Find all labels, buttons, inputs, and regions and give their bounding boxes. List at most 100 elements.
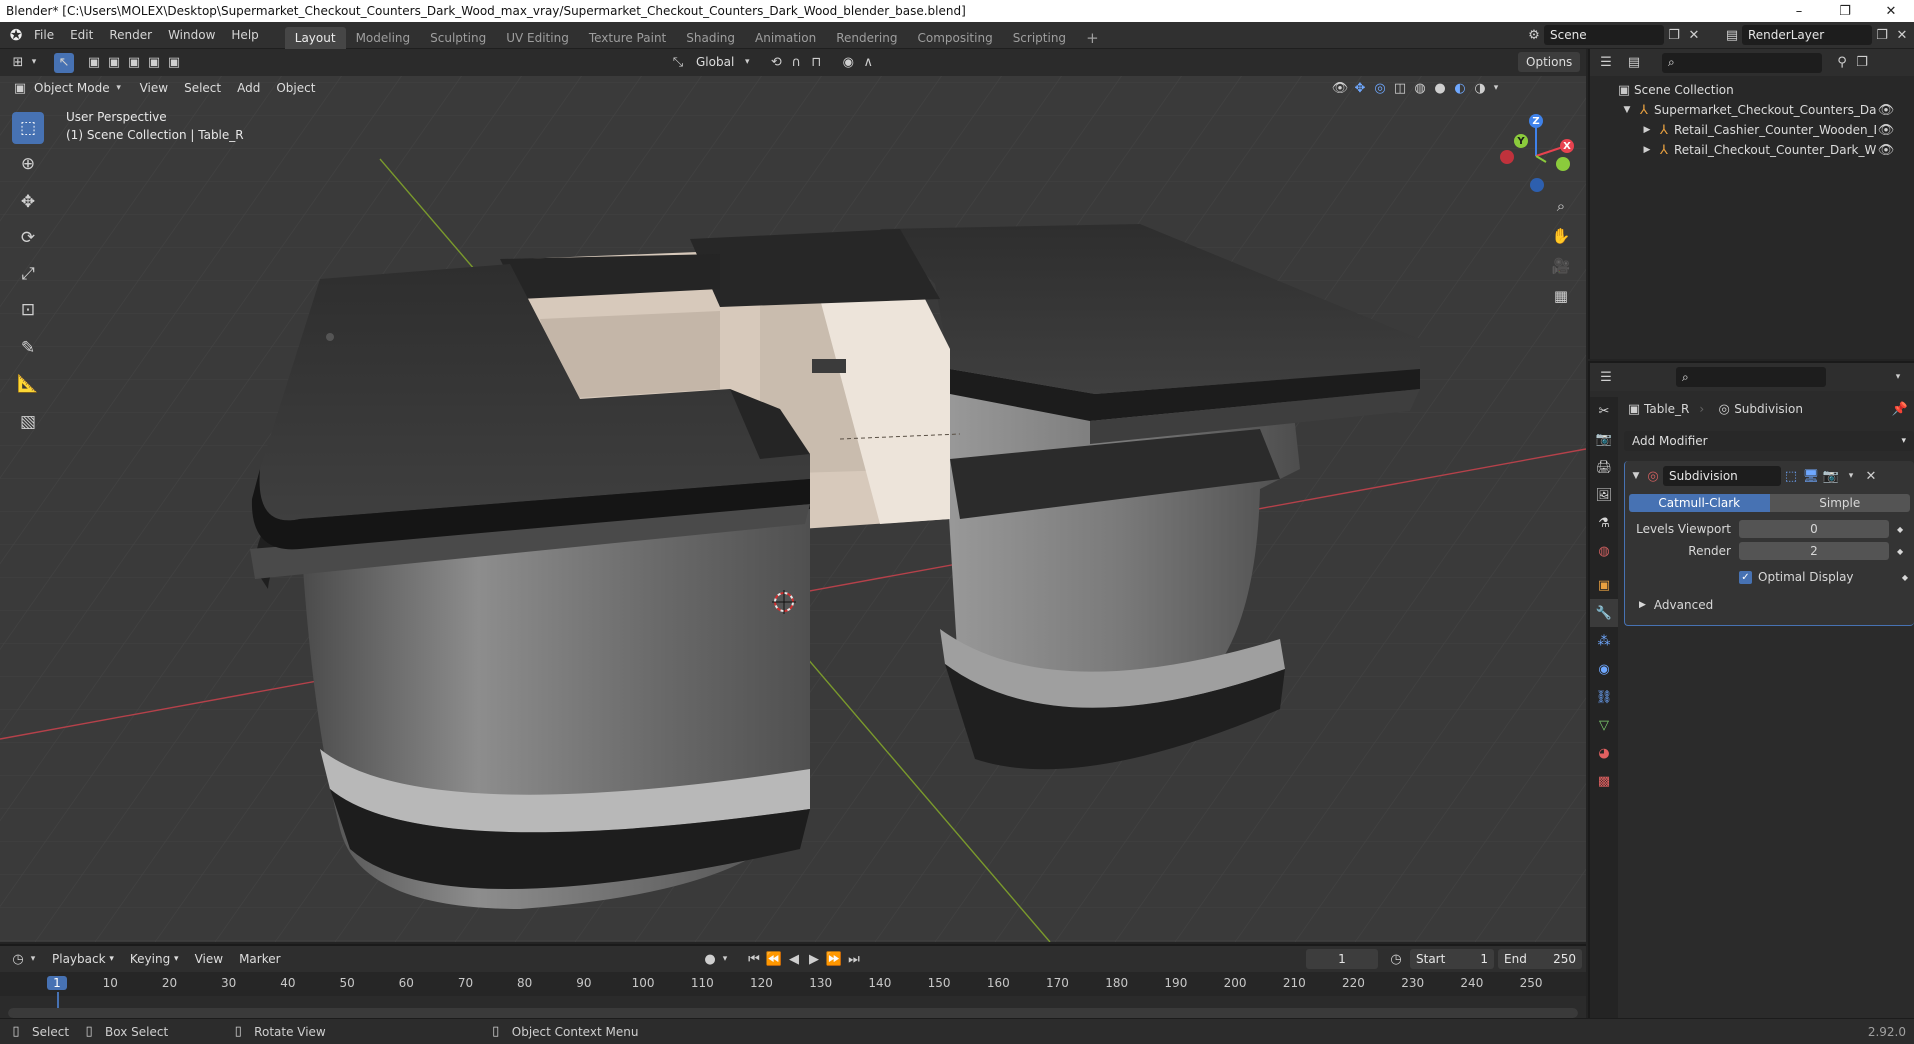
keyframe-dot-icon[interactable]: ◆ xyxy=(1902,573,1908,582)
scale-tool[interactable]: ⤢ xyxy=(12,258,44,290)
expand-arrow-icon[interactable]: ▼ xyxy=(1620,100,1634,120)
marker-menu[interactable]: Marker xyxy=(231,949,288,969)
scrollbar-thumb[interactable] xyxy=(8,1008,1578,1018)
pivot-point-icon[interactable]: ⟲ xyxy=(766,52,786,72)
visibility-eye-icon[interactable]: 👁 xyxy=(1876,100,1896,120)
chevron-down-icon[interactable]: ▾ xyxy=(742,52,752,72)
outliner-row[interactable]: ▼ ⅄ Supermarket_Checkout_Counters_Dark_W… xyxy=(1590,100,1914,120)
catmull-clark-option[interactable]: Catmull-Clark xyxy=(1629,494,1770,512)
render-levels-field[interactable]: 2 xyxy=(1739,542,1889,560)
select-mode-subtract-icon[interactable]: ▣ xyxy=(124,53,144,73)
options-dropdown[interactable]: Options xyxy=(1518,52,1581,72)
chevron-down-icon[interactable]: ▾ xyxy=(28,53,40,73)
menu-edit[interactable]: Edit xyxy=(62,22,101,49)
menu-render[interactable]: Render xyxy=(101,22,160,49)
chevron-down-icon[interactable]: ▾ xyxy=(1490,78,1502,98)
play-reverse-icon[interactable]: ◀ xyxy=(784,949,804,969)
view-menu[interactable]: View xyxy=(187,949,231,969)
zoom-icon[interactable]: ⌕ xyxy=(1548,193,1574,219)
scene-name-field[interactable]: Scene xyxy=(1544,25,1664,45)
menu-object[interactable]: Object xyxy=(268,78,323,98)
keyframe-dot-icon[interactable]: ◆ xyxy=(1897,525,1903,534)
new-scene-icon[interactable]: ❐ xyxy=(1664,25,1684,45)
material-shading-icon[interactable]: ◐ xyxy=(1450,78,1470,98)
start-frame-field[interactable]: Start 1 xyxy=(1410,949,1494,969)
playhead-line[interactable] xyxy=(57,992,59,1008)
add-cube-tool[interactable]: ▧ xyxy=(12,406,44,438)
filter-icon[interactable]: ⚲ xyxy=(1832,53,1852,73)
gizmo-neg-z-ball[interactable] xyxy=(1530,178,1544,192)
next-keyframe-icon[interactable]: ⏩ xyxy=(824,949,844,969)
render-layer-icon[interactable]: ▤ xyxy=(1722,25,1742,45)
preview-range-icon[interactable]: ◷ xyxy=(1386,949,1406,969)
end-frame-field[interactable]: End 250 xyxy=(1498,949,1582,969)
gizmo-x-axis[interactable]: X xyxy=(1560,139,1574,153)
visibility-icon[interactable]: 👁 xyxy=(1330,78,1350,98)
edit-mode-toggle-icon[interactable]: ⬚ xyxy=(1781,466,1801,486)
delete-scene-icon[interactable]: ✕ xyxy=(1684,25,1704,45)
annotate-tool[interactable]: ✎ xyxy=(12,332,44,364)
editor-type-icon[interactable]: ☰ xyxy=(1596,53,1616,73)
gizmo-toggle-icon[interactable]: ✥ xyxy=(1350,78,1370,98)
move-tool[interactable]: ✥ xyxy=(12,186,44,218)
tool-tab-icon[interactable]: ✂ xyxy=(1590,397,1618,425)
record-icon[interactable]: ● xyxy=(700,949,720,969)
jump-start-icon[interactable]: ⏮ xyxy=(744,949,764,969)
modifier-name-input[interactable]: Subdivision xyxy=(1663,466,1781,486)
camera-view-icon[interactable]: 🎥 xyxy=(1548,253,1574,279)
scene-icon[interactable]: ⚙ xyxy=(1524,25,1544,45)
outliner-row[interactable]: ▣ Scene Collection xyxy=(1590,80,1914,100)
properties-search-input[interactable]: ⌕ xyxy=(1676,367,1826,387)
menu-help[interactable]: Help xyxy=(223,22,266,49)
current-frame-field[interactable]: 1 xyxy=(1306,949,1378,969)
measure-tool[interactable]: 📐 xyxy=(12,368,44,400)
3d-viewport[interactable] xyxy=(0,49,1586,942)
collapse-arrow-icon[interactable]: ▶ xyxy=(1640,140,1654,160)
select-mode-new-icon[interactable]: ▣ xyxy=(84,53,104,73)
gizmo-neg-y-ball[interactable] xyxy=(1556,157,1570,171)
tab-animation[interactable]: Animation xyxy=(745,27,826,49)
advanced-subpanel[interactable]: ▶ Advanced xyxy=(1629,595,1910,615)
outliner-search-input[interactable]: ⌕ xyxy=(1662,52,1822,73)
prev-keyframe-icon[interactable]: ⏪ xyxy=(764,949,784,969)
simple-option[interactable]: Simple xyxy=(1769,494,1910,512)
modifier-tab-icon[interactable]: 🔧 xyxy=(1590,599,1618,627)
select-mode-extend-icon[interactable]: ▣ xyxy=(104,53,124,73)
outliner-row[interactable]: ▶ ⅄ Retail_Cashier_Counter_Wooden_Dark 👁 xyxy=(1590,120,1914,140)
chevron-down-icon[interactable]: ▾ xyxy=(1888,367,1908,387)
editor-type-icon[interactable]: ☰ xyxy=(1596,367,1616,387)
material-tab-icon[interactable]: ◕ xyxy=(1590,739,1618,767)
pan-hand-icon[interactable]: ✋ xyxy=(1548,223,1574,249)
timeline-ruler[interactable]: 1 10 20 30 40 50 60 70 80 90 100 110 120 130 140 150 160… xyxy=(0,972,1586,1008)
select-box-tool[interactable]: ⬚ xyxy=(12,112,44,144)
scene-tab-icon[interactable]: ⚗ xyxy=(1590,509,1618,537)
play-icon[interactable]: ▶ xyxy=(804,949,824,969)
cursor-tool[interactable]: ⊕ xyxy=(12,148,44,180)
chevron-down-icon[interactable]: ▾ xyxy=(114,78,124,98)
delete-render-layer-icon[interactable]: ✕ xyxy=(1892,25,1912,45)
menu-select[interactable]: Select xyxy=(176,78,229,98)
navigation-gizmo[interactable]: Z X Y xyxy=(1496,112,1576,192)
particles-tab-icon[interactable]: ⁂ xyxy=(1590,627,1618,655)
new-render-layer-icon[interactable]: ❐ xyxy=(1872,25,1892,45)
keying-menu[interactable]: Keying ▾ xyxy=(122,949,187,969)
object-mode-dropdown[interactable]: Object Mode xyxy=(30,78,114,98)
tab-modeling[interactable]: Modeling xyxy=(346,27,421,49)
render-toggle-icon[interactable]: 📷 xyxy=(1821,466,1841,486)
new-collection-icon[interactable]: ❐ xyxy=(1852,53,1872,73)
collapse-arrow-icon[interactable]: ▶ xyxy=(1640,120,1654,140)
levels-viewport-field[interactable]: 0 xyxy=(1739,520,1889,538)
chevron-down-icon[interactable]: ▾ xyxy=(720,949,730,969)
render-tab-icon[interactable]: 📷 xyxy=(1590,425,1618,453)
gizmo-y-axis[interactable]: Y xyxy=(1514,134,1528,148)
output-tab-icon[interactable]: 🖨 xyxy=(1590,453,1618,481)
close-window-button[interactable]: ✕ xyxy=(1868,4,1914,19)
clock-icon[interactable]: ◷ xyxy=(8,949,28,969)
transform-orientation-dropdown[interactable]: Global xyxy=(688,52,742,72)
display-mode-icon[interactable]: ▤ xyxy=(1624,53,1644,73)
editor-type-icon[interactable]: ⊞ xyxy=(8,53,28,73)
tab-scripting[interactable]: Scripting xyxy=(1003,27,1076,49)
wireframe-shading-icon[interactable]: ◍ xyxy=(1410,78,1430,98)
viewport-scene[interactable] xyxy=(0,49,1586,942)
solid-shading-icon[interactable]: ● xyxy=(1430,78,1450,98)
